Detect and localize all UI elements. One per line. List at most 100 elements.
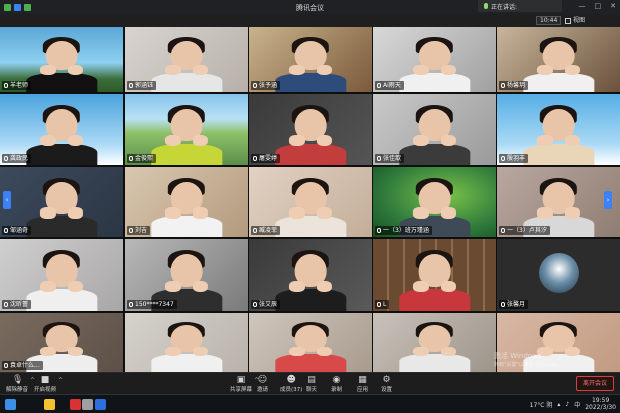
speaking-label: 正在讲话: <box>491 3 518 11</box>
toolbar-label: 应用 <box>357 387 369 393</box>
participant-video <box>398 103 471 165</box>
mic-muted-icon <box>253 83 257 88</box>
tencent-meeting-icon[interactable] <box>95 399 106 410</box>
hands <box>165 135 208 147</box>
participant-tile[interactable]: 郭涵钰 <box>125 27 248 92</box>
share-screen-button[interactable]: ▣ 共享屏幕 ^ <box>230 375 259 393</box>
minimize-button[interactable]: — <box>579 2 586 10</box>
participant-tile[interactable] <box>125 313 248 372</box>
participant-tile[interactable]: 金俊熙 <box>125 94 248 165</box>
invite-button[interactable]: ☺ 邀请 <box>257 375 268 393</box>
participant-tile[interactable]: 沈昕蕾 <box>0 239 123 311</box>
participant-video <box>274 320 347 372</box>
settings-button[interactable]: ⚙ 设置 <box>381 375 392 393</box>
participant-tile[interactable]: 张佳歆 <box>373 94 496 165</box>
close-button[interactable]: ✕ <box>610 2 616 10</box>
participant-nameplate: 臧凌菲 <box>251 226 281 235</box>
next-page-button[interactable]: › <box>604 191 612 209</box>
participant-tile[interactable]: 张予涵 <box>249 27 372 92</box>
participant-video <box>25 248 98 311</box>
volume-icon[interactable]: ♪ <box>565 401 569 408</box>
record-button[interactable]: ◉ 录制 <box>331 375 342 393</box>
participant-tile[interactable]: 羊老师 <box>0 27 123 92</box>
body <box>150 143 223 165</box>
mic-muted-icon <box>4 302 8 307</box>
video-grid: 羊老师 郭涵钰 张予涵 Ai雨天 杨馨玥龚政民 金俊熙 屠雯婷 张佳歆 殷羽丰邹涵奇 刘吉 臧凌菲 一… <box>0 27 620 372</box>
toolbar-label: 录制 <box>331 387 343 393</box>
participant-name: 龚政民 <box>10 155 29 162</box>
mic-muted-icon <box>501 156 505 161</box>
participant-tile[interactable] <box>373 313 496 372</box>
windows-taskbar: 17°C 阴 ▴ ♪ 中 19:59 2022/3/30 <box>0 394 620 413</box>
participant-tile[interactable]: 殷羽丰 <box>497 94 620 165</box>
leave-meeting-button[interactable]: 离开会议 <box>575 376 614 391</box>
body <box>274 289 347 311</box>
participant-tile[interactable]: 龚政民 <box>0 94 123 165</box>
participant-tile[interactable]: 张馨月 <box>497 239 620 311</box>
invite-icon: ☺ <box>257 375 268 385</box>
hands <box>165 280 208 293</box>
clock[interactable]: 19:59 2022/3/30 <box>585 397 616 411</box>
participant-name: L <box>383 301 387 308</box>
camera-button[interactable]: ■ 开启视频 ^ <box>34 375 63 393</box>
participant-tile[interactable]: 袁卓什么... <box>0 313 123 372</box>
chevron-up-icon[interactable]: ^ <box>58 377 63 384</box>
participant-name: 张艾辰 <box>259 301 278 308</box>
mic-muted-button[interactable]: 🎙 解除静音 ^ <box>6 375 35 393</box>
members-button[interactable]: ☻ 成员(37) <box>280 375 302 393</box>
mic-muted-icon <box>501 302 505 307</box>
hands <box>40 280 83 293</box>
view-button[interactable]: 视图 <box>562 16 588 25</box>
participant-name: 羊老师 <box>10 82 29 89</box>
participant-tile[interactable]: 一（3）卢其汐 <box>497 167 620 237</box>
participant-video <box>25 35 98 92</box>
participant-video <box>25 175 98 237</box>
participant-tile[interactable]: 杨馨玥 <box>497 27 620 92</box>
body <box>398 289 471 311</box>
participant-video <box>522 103 595 165</box>
participant-video <box>25 103 98 165</box>
ime-icon[interactable]: 中 <box>574 400 580 409</box>
hands <box>537 64 580 76</box>
file-explorer-icon[interactable] <box>44 399 55 410</box>
participant-tile[interactable]: 一（3）班万瑾涵 <box>373 167 496 237</box>
participant-name: 沈昕蕾 <box>10 301 29 308</box>
hands <box>40 64 83 76</box>
participant-tile[interactable] <box>249 313 372 372</box>
participant-tile[interactable]: L <box>373 239 496 311</box>
chat-button[interactable]: ▤ 聊天 <box>306 375 317 393</box>
participant-name: 150****7347 <box>135 301 174 308</box>
windows-start-icon[interactable] <box>5 399 16 410</box>
body <box>274 143 347 165</box>
prev-page-button[interactable]: ‹ <box>3 191 11 209</box>
meeting-toolbar: 离开会议 🎙 解除静音 ^ ■ 开启视频 ^ ▣ 共享屏幕 ^ ☺ 邀请 ☻ 成员(37) ▤ 聊天 ◉ 录制 ▦… <box>0 372 620 394</box>
app-icon[interactable] <box>82 399 93 410</box>
maximize-button[interactable]: □ <box>595 2 602 10</box>
body <box>274 72 347 92</box>
participant-name: 袁卓什么... <box>10 362 40 369</box>
participant-tile[interactable]: 张艾辰 <box>249 239 372 311</box>
participant-tile[interactable]: 邹涵奇 <box>0 167 123 237</box>
view-label: 视图 <box>573 17 586 24</box>
watermark-subtitle: 转到"设置"以激活 Windows。 <box>494 362 563 368</box>
participant-nameplate: 张艾辰 <box>251 300 281 309</box>
wps-icon[interactable] <box>70 399 81 410</box>
participant-name: 金俊熙 <box>135 155 154 162</box>
weather-text[interactable]: 17°C 阴 <box>530 400 553 409</box>
participant-nameplate: 龚政民 <box>2 154 32 163</box>
participant-tile[interactable]: 刘吉 <box>125 167 248 237</box>
participant-video <box>398 248 471 311</box>
speaking-indicator: 正在讲话: <box>478 0 562 12</box>
participant-tile[interactable]: 150****7347 <box>125 239 248 311</box>
participant-tile[interactable]: 屠雯婷 <box>249 94 372 165</box>
body <box>398 354 471 372</box>
participant-tile[interactable]: Ai雨天 <box>373 27 496 92</box>
clock-time: 19:59 <box>591 397 610 404</box>
toolbar-label: 设置 <box>381 387 393 393</box>
network-icon[interactable]: ▴ <box>557 401 560 408</box>
apps-button[interactable]: ▦ 应用 <box>357 375 368 393</box>
participant-tile[interactable]: 臧凌菲 <box>249 167 372 237</box>
avatar <box>538 253 579 293</box>
mic-muted-icon <box>4 83 8 88</box>
participant-name: 张予涵 <box>259 82 278 89</box>
